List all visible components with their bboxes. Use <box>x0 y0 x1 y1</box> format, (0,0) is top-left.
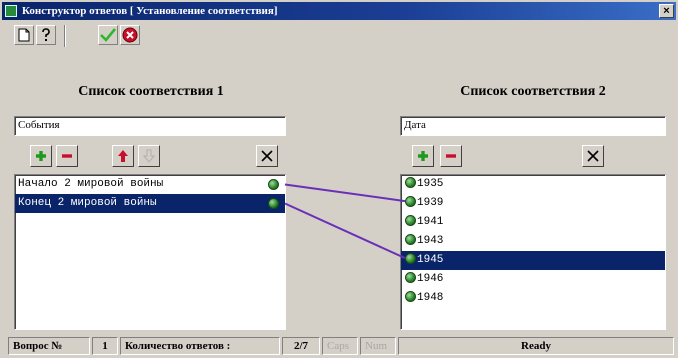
left-remove-button[interactable] <box>56 145 78 167</box>
app-icon <box>5 5 17 17</box>
list-item[interactable]: Начало 2 мировой войны <box>15 175 285 194</box>
plus-icon <box>418 151 428 161</box>
list-item[interactable]: 1946 <box>401 270 665 289</box>
list-item-label: 1939 <box>417 197 444 209</box>
clear-x-icon <box>587 150 599 162</box>
link-point-icon[interactable] <box>268 198 279 209</box>
checkmark-icon <box>100 28 116 42</box>
title-bar[interactable]: Конструктор ответов [ Установление соотв… <box>2 2 676 20</box>
link-point-icon[interactable] <box>268 179 279 190</box>
window-title: Конструктор ответов [ Установление соотв… <box>22 5 278 17</box>
list-item[interactable]: 1943 <box>401 232 665 251</box>
right-list-caption-field[interactable]: Дата <box>400 116 666 136</box>
list-item[interactable]: 1948 <box>401 289 665 308</box>
list-item-label: 1941 <box>417 216 444 228</box>
close-button[interactable]: × <box>659 4 674 18</box>
status-text: Ready <box>398 337 674 355</box>
list-item[interactable]: 1945 <box>401 251 665 270</box>
right-list-title: Список соответствия 2 <box>460 84 606 99</box>
list-item-label: Начало 2 мировой войны <box>18 178 164 190</box>
left-move-down-button[interactable] <box>138 145 160 167</box>
left-move-up-button[interactable] <box>112 145 134 167</box>
status-bar: Вопрос № 1 Количество ответов : 2/7 Caps… <box>2 336 676 356</box>
link-point-icon[interactable] <box>405 252 416 264</box>
right-list-toolbar <box>400 142 666 170</box>
right-clear-button[interactable] <box>582 145 604 167</box>
arrow-up-icon <box>118 150 128 162</box>
answers-count-value: 2/7 <box>282 337 320 355</box>
constructor-window: Конструктор ответов [ Установление соотв… <box>0 0 678 358</box>
list-item-label: 1935 <box>417 178 444 190</box>
minus-icon <box>446 154 456 158</box>
help-icon <box>42 28 50 41</box>
list-item[interactable]: 1939 <box>401 194 665 213</box>
link-point-icon[interactable] <box>405 271 416 283</box>
arrow-down-icon <box>143 149 155 163</box>
left-list-caption-field[interactable]: События <box>14 116 286 136</box>
question-number-label: Вопрос № <box>8 337 90 355</box>
match-link-line <box>284 183 406 203</box>
stop-button[interactable] <box>120 25 140 45</box>
link-point-icon[interactable] <box>405 233 416 245</box>
document-icon <box>18 28 30 42</box>
list-item-label: Конец 2 мировой войны <box>18 197 157 209</box>
list-item[interactable]: 1941 <box>401 213 665 232</box>
link-point-icon[interactable] <box>405 195 416 207</box>
help-button[interactable] <box>36 25 56 45</box>
left-list-toolbar <box>14 142 286 170</box>
plus-icon <box>36 151 46 161</box>
link-point-icon[interactable] <box>405 176 416 188</box>
confirm-button[interactable] <box>98 25 118 45</box>
minus-icon <box>62 154 72 158</box>
list-item-label: 1946 <box>417 273 444 285</box>
new-document-button[interactable] <box>14 25 34 45</box>
list-item-label: 1945 <box>417 254 444 266</box>
list-item-label: 1943 <box>417 235 444 247</box>
link-point-icon[interactable] <box>405 290 416 302</box>
right-list[interactable]: 1935 1939 1941 1943 1945 1946 1948 <box>400 174 666 330</box>
right-remove-button[interactable] <box>440 145 462 167</box>
toolbar-separator <box>64 25 66 47</box>
list-item-label: 1948 <box>417 292 444 304</box>
num-indicator: Num <box>360 337 396 355</box>
list-item[interactable]: 1935 <box>401 175 665 194</box>
left-list-title: Список соответствия 1 <box>78 84 224 99</box>
clear-x-icon <box>261 150 273 162</box>
right-add-button[interactable] <box>412 145 434 167</box>
left-list[interactable]: Начало 2 мировой войны Конец 2 мировой во… <box>14 174 286 330</box>
left-clear-button[interactable] <box>256 145 278 167</box>
caps-indicator: Caps <box>322 337 358 355</box>
left-add-button[interactable] <box>30 145 52 167</box>
match-link-line <box>284 202 406 260</box>
question-number-value: 1 <box>92 337 118 355</box>
list-item[interactable]: Конец 2 мировой войны <box>15 194 285 213</box>
answers-count-label: Количество ответов : <box>120 337 280 355</box>
stop-icon <box>122 27 138 43</box>
link-point-icon[interactable] <box>405 214 416 226</box>
